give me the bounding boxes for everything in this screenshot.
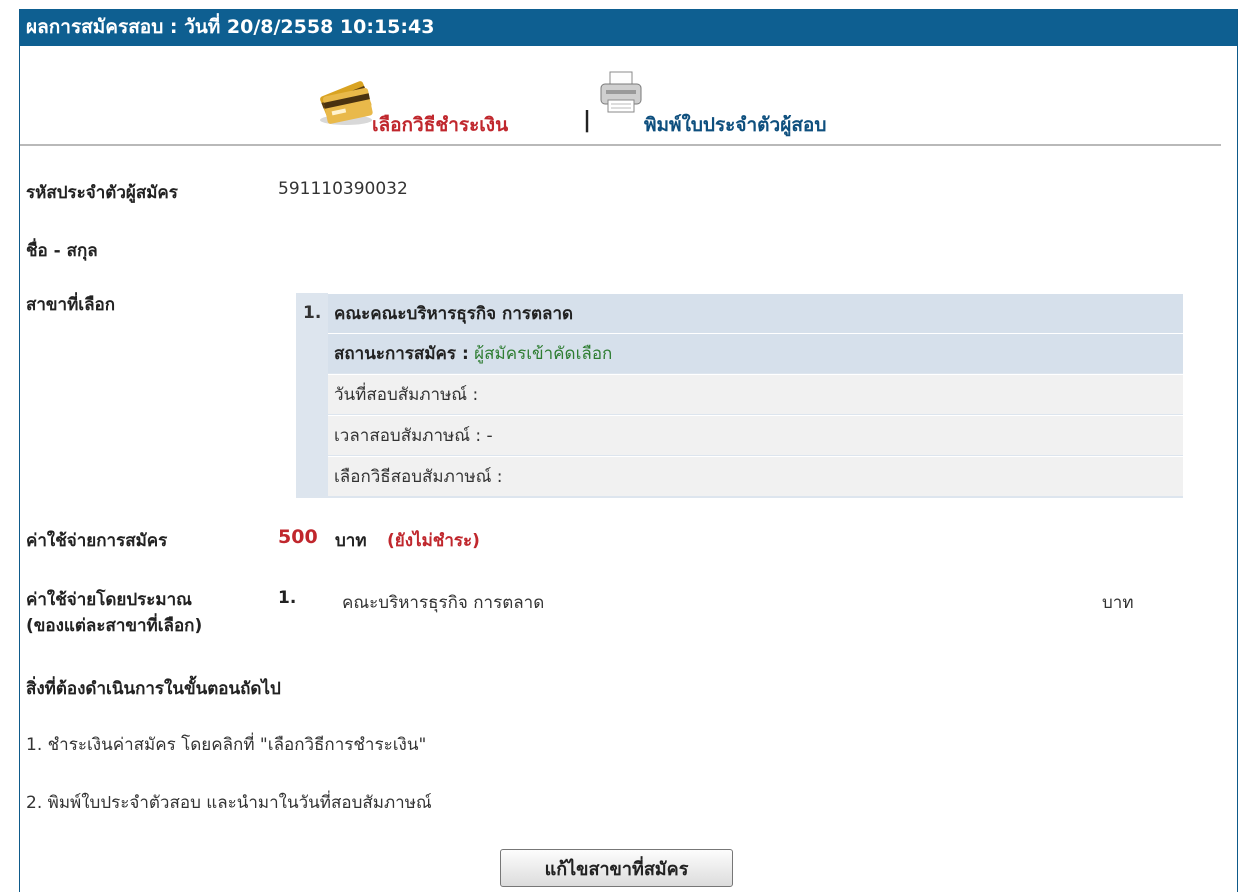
estimated-major-name: คณะบริหารธุรกิจ การตลาด — [342, 593, 545, 613]
applicant-id-label: รหัสประจำตัวผู้สมัคร — [26, 183, 178, 203]
choose-payment-link[interactable]: เลือกวิธีชำระเงิน — [372, 110, 508, 140]
edit-major-button[interactable]: แก้ไขสาขาที่สมัคร — [500, 849, 733, 887]
next-step-1: 1. ชำระเงินค่าสมัคร โดยคลิกที่ "เลือกวิธ… — [26, 735, 427, 755]
interview-date-label: วันที่สอบสัมภาษณ์ : — [334, 385, 479, 405]
registration-result-panel: ผลการสมัครสอบ : วันที่ 20/8/2558 10:15:4… — [19, 9, 1238, 892]
selected-majors-label: สาขาที่เลือก — [26, 295, 116, 315]
next-steps-heading: สิ่งที่ต้องดำเนินการในขั้นตอนถัดไป — [26, 679, 281, 699]
fee-label: ค่าใช้จ่ายการสมัคร — [26, 531, 168, 551]
selected-majors-table: 1. คณะคณะบริหารธุรกิจ การตลาด สถานะการสม… — [296, 293, 1183, 498]
interview-method-label: เลือกวิธีสอบสัมภาษณ์ : — [334, 467, 503, 487]
print-exam-card-link[interactable]: พิมพ์ใบประจำตัวผู้สอบ — [644, 110, 826, 140]
status-label: สถานะการสมัคร : — [334, 344, 469, 364]
interview-time-label: เวลาสอบสัมภาษณ์ : - — [334, 426, 493, 446]
name-label: ชื่อ - สกุล — [26, 241, 98, 261]
applicant-id-value: 591110390032 — [278, 179, 408, 199]
credit-card-icon[interactable] — [316, 76, 374, 130]
major-number: 1. — [303, 303, 322, 323]
major-name-row: คณะคณะบริหารธุรกิจ การตลาด — [328, 293, 1183, 333]
printer-icon[interactable] — [598, 70, 644, 120]
payment-status: (ยังไม่ชำระ) — [387, 531, 480, 551]
fee-amount: 500 — [278, 526, 318, 548]
estimated-number: 1. — [278, 588, 297, 608]
estimated-unit: บาท — [1102, 593, 1134, 613]
interview-date-row: วันที่สอบสัมภาษณ์ : — [328, 374, 1183, 414]
divider — [20, 144, 1221, 146]
next-step-2: 2. พิมพ์ใบประจำตัวสอบ และนำมาในวันที่สอบ… — [26, 793, 432, 813]
fee-unit: บาท — [335, 531, 367, 551]
interview-method-row: เลือกวิธีสอบสัมภาษณ์ : — [328, 456, 1183, 496]
page-title: ผลการสมัครสอบ : วันที่ 20/8/2558 10:15:4… — [20, 9, 1237, 46]
estimated-cost-sublabel: (ของแต่ละสาขาที่เลือก) — [26, 616, 203, 636]
estimated-cost-label: ค่าใช้จ่ายโดยประมาณ — [26, 590, 192, 610]
major-name: คณะคณะบริหารธุรกิจ การตลาด — [334, 304, 574, 324]
application-status-row: สถานะการสมัคร : ผู้สมัครเข้าคัดเลือก — [328, 333, 1183, 373]
action-separator: | — [583, 108, 592, 133]
status-value: ผู้สมัครเข้าคัดเลือก — [474, 344, 613, 364]
action-bar: เลือกวิธีชำระเงิน | พิมพ์ใบประจำตัวผู้สอ… — [20, 46, 1237, 146]
interview-time-row: เวลาสอบสัมภาษณ์ : - — [328, 415, 1183, 455]
